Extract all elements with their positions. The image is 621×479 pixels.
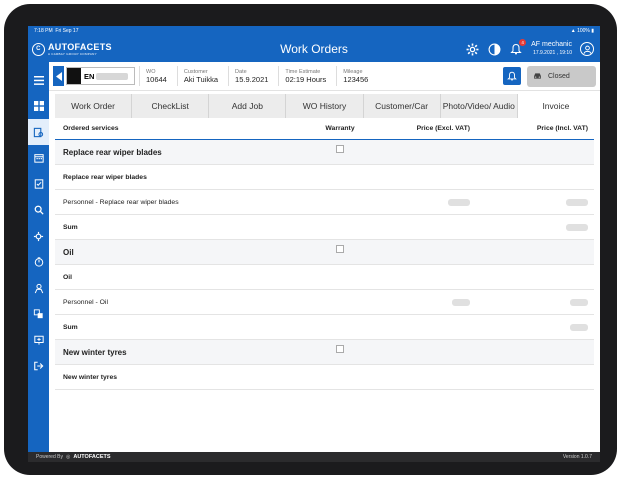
notification-count-badge: 4 — [519, 39, 527, 46]
license-plate: EN — [66, 67, 135, 85]
job-title: Replace rear wiper blades — [63, 147, 162, 157]
app-screen: 7:18 PM Fri Sep 17 ▲ 100% ▮ C AUTOFACETS… — [28, 26, 600, 462]
version-label: Version 1.0.7 — [562, 454, 592, 460]
sum-redacted — [566, 223, 588, 231]
alarm-bell-icon — [507, 71, 517, 81]
battery-status: ▲ 100% ▮ — [570, 28, 594, 34]
translate-icon[interactable] — [28, 301, 49, 327]
tablet-frame: 7:18 PM Fri Sep 17 ▲ 100% ▮ C AUTOFACETS… — [4, 4, 617, 475]
status-closed-button[interactable]: Closed — [527, 65, 596, 87]
tab-bar: Work Order CheckList Add Job WO History … — [55, 94, 594, 118]
alarm-button[interactable] — [503, 67, 521, 85]
menu-icon[interactable] — [28, 67, 49, 93]
plate-redacted — [96, 72, 129, 80]
dashboard-icon[interactable] — [28, 93, 49, 119]
sum-label: Sum — [63, 323, 78, 331]
tab-customer-car[interactable]: Customer/Car — [364, 94, 441, 118]
checklist-icon[interactable] — [28, 171, 49, 197]
tab-photo-video-audio[interactable]: Photo/Video/ Audio — [441, 94, 518, 118]
tab-checklist[interactable]: CheckList — [132, 94, 210, 118]
line-item: Personnel - Replace rear wiper blades — [63, 198, 179, 206]
warranty-checkbox[interactable] — [336, 244, 344, 253]
price-incl-redacted — [566, 198, 588, 206]
warranty-checkbox[interactable] — [336, 144, 344, 153]
parts-icon[interactable] — [28, 223, 49, 249]
table-row: Oil — [55, 265, 594, 290]
header-price-excl-vat: Price (Excl. VAT) — [416, 125, 470, 132]
table-row: Replace rear wiper blades — [55, 165, 594, 190]
footer: Powered By ◎ AUTOFACETS Version 1.0.7 — [28, 452, 600, 462]
user-avatar-icon[interactable] — [580, 42, 594, 56]
footer-logo-icon: ◎ — [65, 454, 71, 460]
header-price-incl-vat: Price (Incl. VAT) — [536, 125, 588, 132]
table-row: Oil — [55, 240, 594, 265]
price-excl-redacted — [448, 198, 470, 206]
status-time-date: 7:18 PM Fri Sep 17 — [34, 28, 79, 34]
table-header: Ordered services Warranty Price (Excl. V… — [55, 118, 594, 140]
logo-icon: C — [32, 42, 45, 56]
date-field: Date 15.9.2021 — [228, 66, 274, 86]
plate-flag — [67, 68, 81, 84]
app-header: C AUTOFACETS A CARBAY GROUP COMPANY Work… — [28, 36, 600, 62]
arrow-left-icon — [55, 71, 62, 81]
powered-by: Powered By ◎ AUTOFACETS — [36, 454, 111, 460]
mechanic-icon[interactable] — [28, 275, 49, 301]
car-icon — [534, 73, 541, 79]
tab-invoice[interactable]: Invoice — [517, 94, 594, 118]
table-row: New winter tyres — [55, 365, 594, 390]
tab-work-order[interactable]: Work Order — [55, 94, 133, 118]
service-name: Replace rear wiper blades — [63, 173, 147, 181]
warranty-checkbox[interactable] — [336, 344, 344, 353]
work-orders-icon[interactable] — [28, 119, 49, 145]
main-content: EN WO 10644 Customer Aki Tuikka Date 15.… — [49, 62, 600, 452]
table-row: Sum — [55, 315, 594, 340]
header-ordered-services: Ordered services — [63, 125, 119, 132]
service-name: Oil — [63, 273, 73, 281]
sum-label: Sum — [63, 223, 78, 231]
table-row: Personnel - Replace rear wiper blades — [55, 190, 594, 215]
price-excl-redacted — [452, 298, 470, 306]
search-icon[interactable] — [28, 197, 49, 223]
invoice-table: Ordered services Warranty Price (Excl. V… — [55, 118, 594, 390]
table-row: Sum — [55, 215, 594, 240]
table-row: Replace rear wiper blades — [55, 140, 594, 165]
table-row: Personnel - Oil — [55, 290, 594, 315]
time-estimate-field: Time Estimate 02:19 Hours — [278, 66, 332, 86]
header-warranty: Warranty — [325, 125, 355, 132]
status-bar: 7:18 PM Fri Sep 17 ▲ 100% ▮ — [28, 26, 600, 36]
timer-icon[interactable] — [28, 249, 49, 275]
work-order-info-bar: EN WO 10644 Customer Aki Tuikka Date 15.… — [49, 62, 600, 91]
mileage-field: Mileage 123456 — [336, 66, 374, 86]
job-title: New winter tyres — [63, 347, 127, 357]
customer-field: Customer Aki Tuikka — [176, 66, 224, 86]
contrast-icon[interactable] — [487, 42, 501, 56]
settings-icon[interactable] — [465, 42, 479, 56]
presentation-icon[interactable] — [28, 327, 49, 353]
price-incl-redacted — [570, 298, 588, 306]
back-button[interactable] — [53, 66, 64, 86]
app-logo: C AUTOFACETS A CARBAY GROUP COMPANY — [28, 42, 112, 56]
calendar-icon[interactable] — [28, 145, 49, 171]
logout-icon[interactable] — [28, 353, 49, 379]
notifications-bell-icon[interactable]: 4 — [509, 39, 527, 56]
table-row: New winter tyres — [55, 340, 594, 365]
line-item: Personnel - Oil — [63, 298, 108, 306]
service-name: New winter tyres — [63, 373, 118, 381]
wo-number-field: WO 10644 — [139, 66, 173, 86]
tab-add-job[interactable]: Add Job — [209, 94, 287, 118]
tab-wo-history[interactable]: WO History — [286, 94, 364, 118]
job-title: Oil — [63, 247, 74, 257]
sum-redacted — [570, 323, 588, 331]
sidebar — [28, 62, 49, 452]
user-info: AF mechanic 17.9.2021 , 19:10 — [531, 41, 572, 56]
